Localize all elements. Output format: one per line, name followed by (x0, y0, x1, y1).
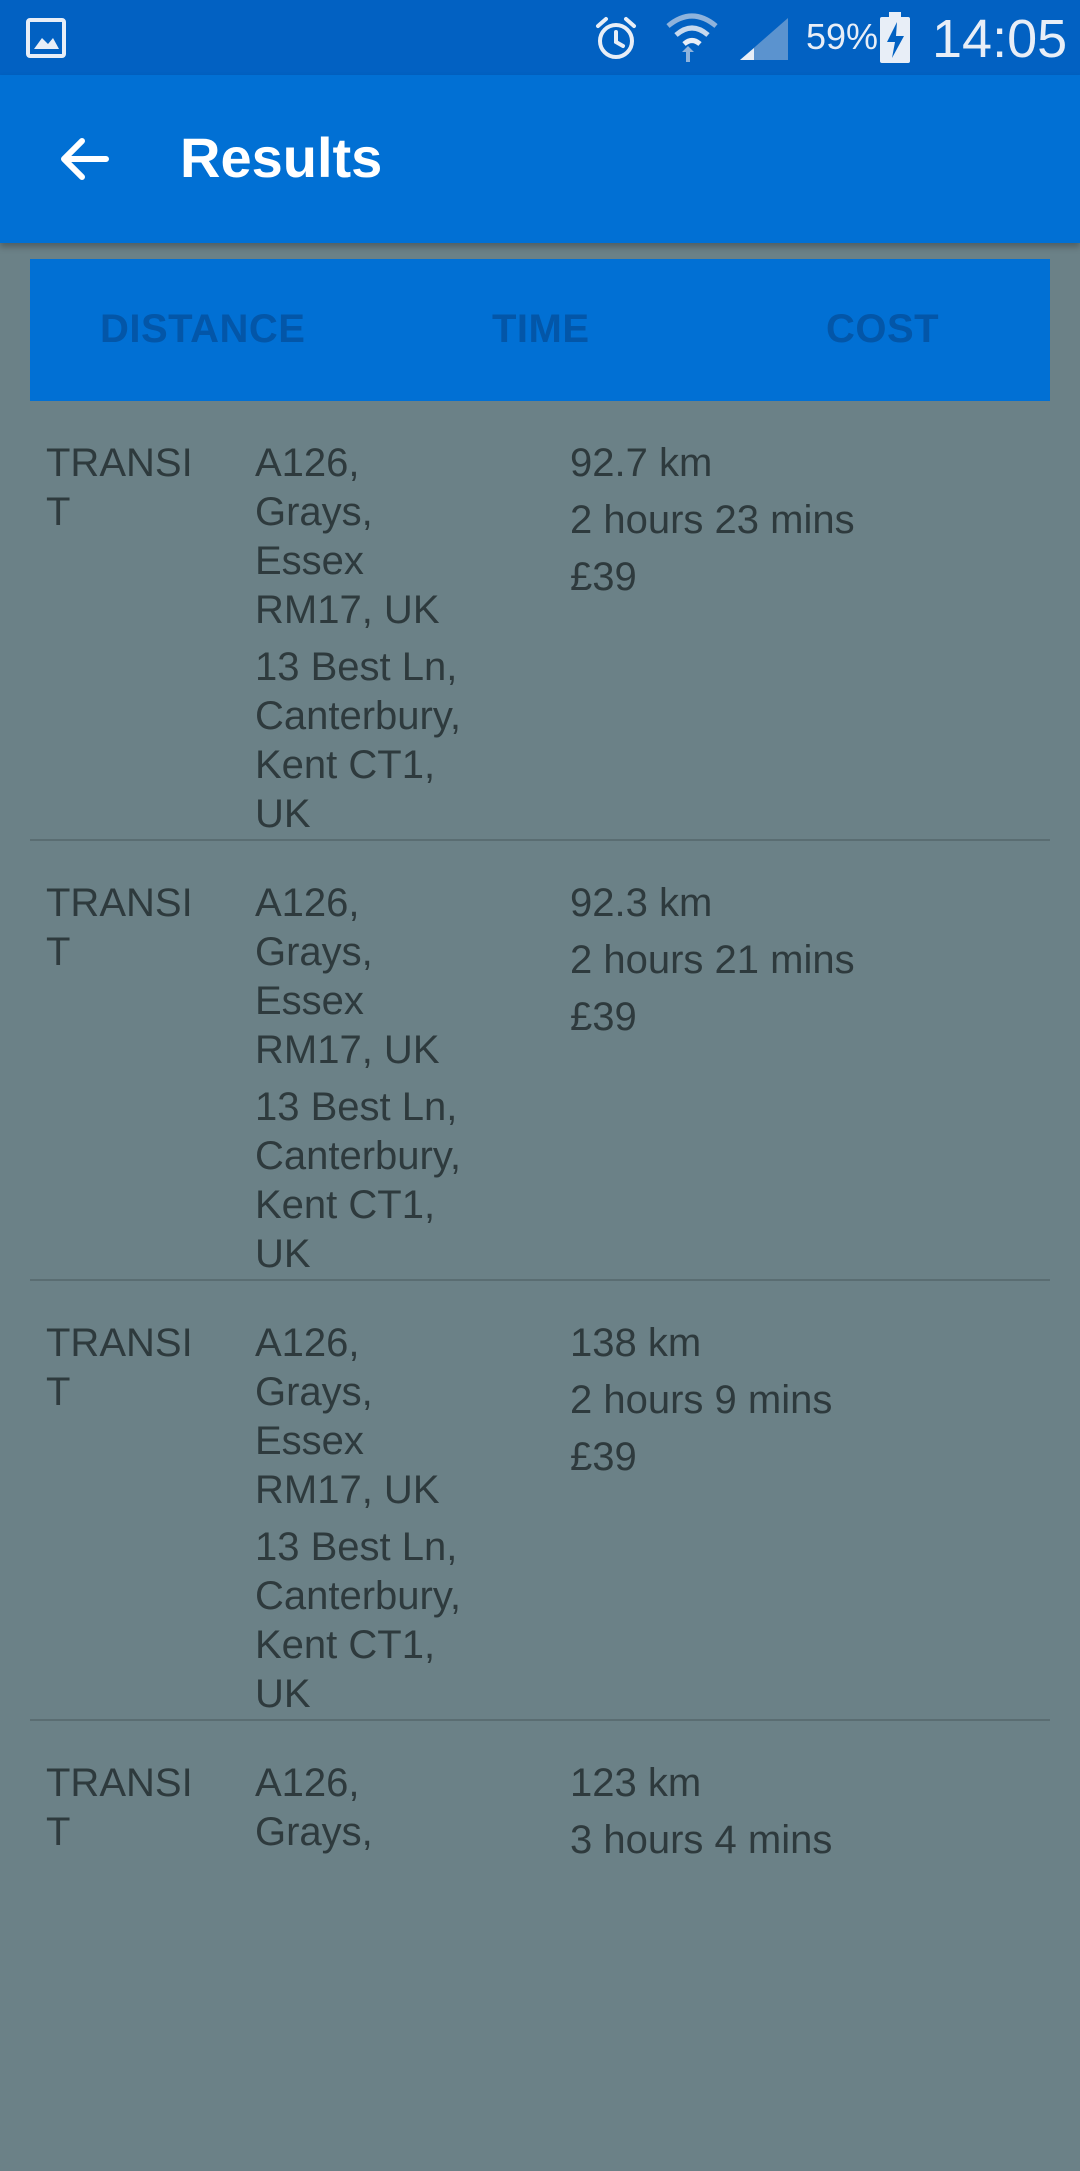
tab-time[interactable]: TIME (492, 307, 590, 352)
origin-address: A126, Grays, (255, 1761, 373, 1854)
gallery-icon (26, 18, 66, 58)
travel-mode: TRANSI T (46, 1761, 193, 1854)
page-title: Results (180, 126, 383, 189)
route-distance: 92.7 km (570, 441, 713, 485)
app-bar: Results (0, 75, 1080, 243)
travel-mode: TRANSI T (46, 881, 193, 974)
destination-address: 13 Best Ln, Canterbury, Kent CT1, UK (255, 1085, 462, 1276)
battery-charging-icon (880, 12, 910, 63)
destination-address: 13 Best Ln, Canterbury, Kent CT1, UK (255, 645, 462, 836)
arrow-left-icon[interactable] (54, 129, 114, 189)
result-row[interactable]: TRANSI T A126, Grays, Essex RM17, UK 13 … (0, 1281, 1080, 1721)
route-duration: 2 hours 21 mins (570, 938, 855, 982)
signal-icon (740, 18, 788, 60)
route-duration: 2 hours 23 mins (570, 498, 855, 542)
travel-mode: TRANSI T (46, 441, 193, 534)
tab-cost[interactable]: COST (826, 307, 939, 352)
wifi-icon (666, 13, 718, 62)
route-cost: £39 (570, 1435, 637, 1479)
route-duration: 2 hours 9 mins (570, 1378, 833, 1422)
results-list: TRANSI T A126, Grays, Essex RM17, UK 13 … (0, 401, 1080, 2171)
route-distance: 123 km (570, 1761, 702, 1805)
route-cost: £39 (570, 555, 637, 599)
origin-address: A126, Grays, Essex RM17, UK (255, 881, 440, 1072)
origin-address: A126, Grays, Essex RM17, UK (255, 1321, 440, 1512)
battery-percentage: 59% (806, 16, 879, 57)
travel-mode: TRANSI T (46, 1321, 193, 1414)
origin-address: A126, Grays, Essex RM17, UK (255, 441, 440, 632)
status-bar: 59% 14:05 (0, 0, 1080, 75)
route-distance: 92.3 km (570, 881, 713, 925)
result-row[interactable]: TRANSI T A126, Grays, Essex RM17, UK 13 … (0, 841, 1080, 1281)
route-distance: 138 km (570, 1321, 702, 1365)
destination-address: 13 Best Ln, Canterbury, Kent CT1, UK (255, 1525, 462, 1716)
status-clock: 14:05 (932, 9, 1068, 69)
result-row[interactable]: TRANSI T A126, Grays, 123 km 3 hours 4 m… (0, 1721, 1080, 2171)
result-row[interactable]: TRANSI T A126, Grays, Essex RM17, UK 13 … (0, 401, 1080, 841)
alarm-icon (596, 17, 636, 59)
route-cost: £39 (570, 995, 637, 1039)
route-duration: 3 hours 4 mins (570, 1818, 833, 1862)
tab-distance[interactable]: DISTANCE (100, 307, 305, 352)
sort-tabs: DISTANCE TIME COST (30, 259, 1050, 401)
